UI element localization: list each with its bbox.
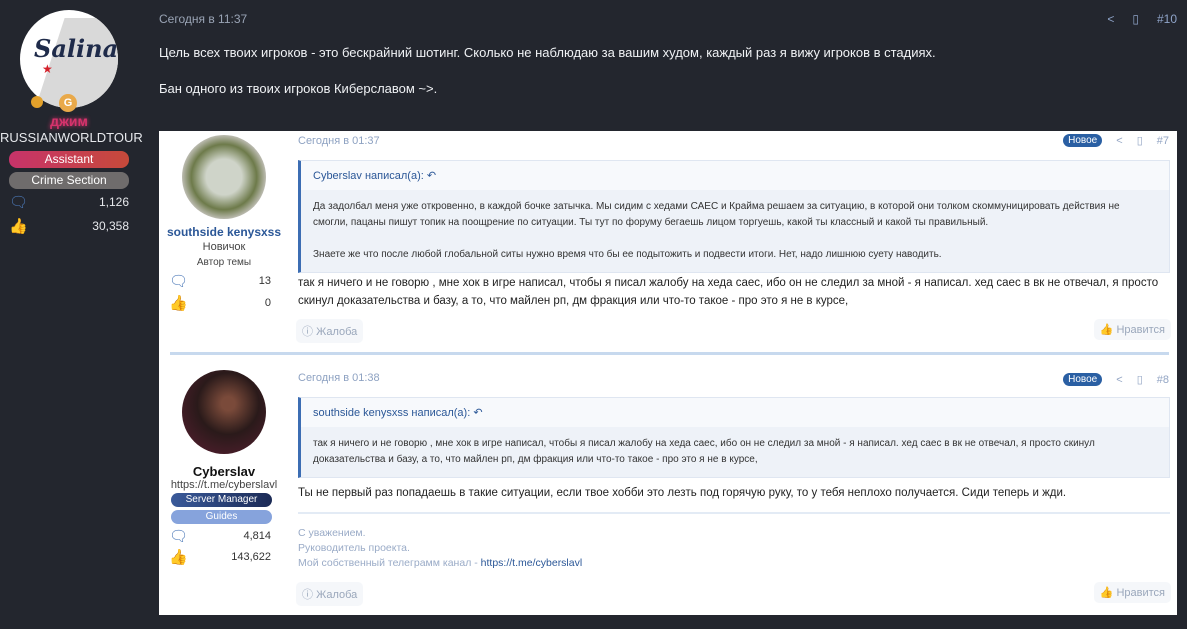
reactions-count: 30,358 xyxy=(92,219,129,233)
messages-stat: 🗨 1,126 xyxy=(9,193,129,211)
messages-stat: 🗨 13 xyxy=(169,272,271,290)
banner-crime-section: Crime Section xyxy=(9,172,129,189)
bookmark-icon[interactable]: ▯ xyxy=(1137,134,1143,147)
messages-icon: 🗨 xyxy=(169,528,189,545)
user-title: Новичок xyxy=(202,241,246,253)
post-body: Ты не первый раз попадаешь в такие ситуа… xyxy=(298,487,1067,499)
thumbs-up-icon: 👍 xyxy=(169,295,188,312)
reactions-stat: 👍 0 xyxy=(169,294,271,312)
share-icon[interactable]: < xyxy=(1116,135,1122,147)
quote-block: southside kenysxss написал(а): ↶ так я н… xyxy=(298,397,1170,478)
post-number[interactable]: #7 xyxy=(1157,135,1169,147)
user-avatar[interactable] xyxy=(182,135,266,219)
user-avatar[interactable] xyxy=(182,370,266,454)
user-title: RUSSIANWORLDTOUR xyxy=(0,130,143,145)
reactions-stat: 👍 143,622 xyxy=(169,548,271,566)
thread-posts-panel: southside kenysxss Новичок Автор темы 🗨 1… xyxy=(159,131,1177,615)
report-button[interactable]: ⓘ Жалоба xyxy=(296,319,364,343)
messages-count: 4,814 xyxy=(243,530,271,542)
bookmark-icon[interactable]: ▯ xyxy=(1137,373,1143,386)
signature-divider xyxy=(298,512,1170,514)
share-icon[interactable]: < xyxy=(1107,12,1114,26)
post-paragraph: Бан одного из твоих игроков Киберславом … xyxy=(159,81,438,96)
avatar-logo: Salinas xyxy=(34,34,118,63)
banner-server-manager: Server Manager xyxy=(171,493,272,507)
like-button[interactable]: 👍 Нравится xyxy=(1093,582,1171,603)
quote-author[interactable]: Cyberslav написал(а): ↶ xyxy=(301,161,1169,190)
post-divider xyxy=(170,352,1169,355)
banner-guides: Guides xyxy=(171,510,272,524)
post-date[interactable]: Сегодня в 01:38 xyxy=(298,372,380,384)
post-number[interactable]: #8 xyxy=(1157,374,1169,386)
thumbs-up-icon: 👍 xyxy=(9,218,28,235)
quote-body: так я ничего и не говорю , мне хок в игр… xyxy=(301,427,1169,477)
post-date[interactable]: Сегодня в 01:37 xyxy=(298,135,380,147)
username[interactable]: Cyberslav xyxy=(159,464,289,479)
bookmark-icon[interactable]: ▯ xyxy=(1132,12,1139,26)
reactions-stat: 👍 30,358 xyxy=(9,217,129,235)
medal-icon xyxy=(31,96,43,108)
report-button[interactable]: ⓘ Жалоба xyxy=(296,582,364,606)
post-actions: < ▯ #10 xyxy=(1107,12,1177,26)
post-paragraph: Цель всех твоих игроков - это бескрайний… xyxy=(159,45,936,60)
messages-stat: 🗨 4,814 xyxy=(169,527,271,545)
user-title[interactable]: https://t.me/cyberslavl xyxy=(159,479,289,491)
quote-author[interactable]: southside kenysxss написал(а): ↶ xyxy=(301,398,1169,427)
star-icon: ★ xyxy=(42,62,53,76)
post-number[interactable]: #10 xyxy=(1157,12,1177,26)
banner-assistant: Assistant xyxy=(9,151,129,168)
messages-count: 1,126 xyxy=(98,195,129,209)
messages-icon: 🗨 xyxy=(9,194,29,211)
reply-arrow-icon: ↶ xyxy=(473,407,483,419)
post-date[interactable]: Сегодня в 11:37 xyxy=(159,12,247,26)
messages-count: 13 xyxy=(258,275,271,287)
reactions-count: 143,622 xyxy=(231,551,271,563)
reactions-count: 0 xyxy=(264,297,271,309)
signature-link[interactable]: https://t.me/cyberslavl xyxy=(481,557,583,569)
messages-icon: 🗨 xyxy=(169,273,189,290)
post-actions: Новое < ▯ #7 xyxy=(1063,134,1169,147)
reply-arrow-icon: ↶ xyxy=(426,170,437,182)
new-badge: Новое xyxy=(1063,373,1103,386)
post-actions: Новое < ▯ #8 xyxy=(1063,373,1169,386)
post-8: Cyberslav https://t.me/cyberslavl Server… xyxy=(159,360,1177,615)
thumbs-up-icon: 👍 xyxy=(169,549,188,566)
share-icon[interactable]: < xyxy=(1116,374,1122,386)
like-button[interactable]: 👍 Нравится xyxy=(1093,319,1171,340)
username[interactable]: джим xyxy=(0,113,138,129)
quote-block: Cyberslav написал(а): ↶ Да задолбал меня… xyxy=(298,160,1170,273)
post-body: Цель всех твоих игроков - это бескрайний… xyxy=(159,44,936,98)
signature: С уважением. Руководитель проекта. Мой с… xyxy=(298,527,583,569)
new-badge: Новое xyxy=(1063,134,1103,147)
username[interactable]: southside kenysxss xyxy=(159,225,289,239)
quote-body: Да задолбал меня уже откровенно, в каждо… xyxy=(301,190,1169,272)
post-7: southside kenysxss Новичок Автор темы 🗨 1… xyxy=(159,131,1177,346)
post-body: так я ничего и не говорю , мне хок в игр… xyxy=(298,277,1159,307)
trophy-badge-icon: G xyxy=(59,94,77,112)
thread-author-label: Автор темы xyxy=(196,257,252,268)
